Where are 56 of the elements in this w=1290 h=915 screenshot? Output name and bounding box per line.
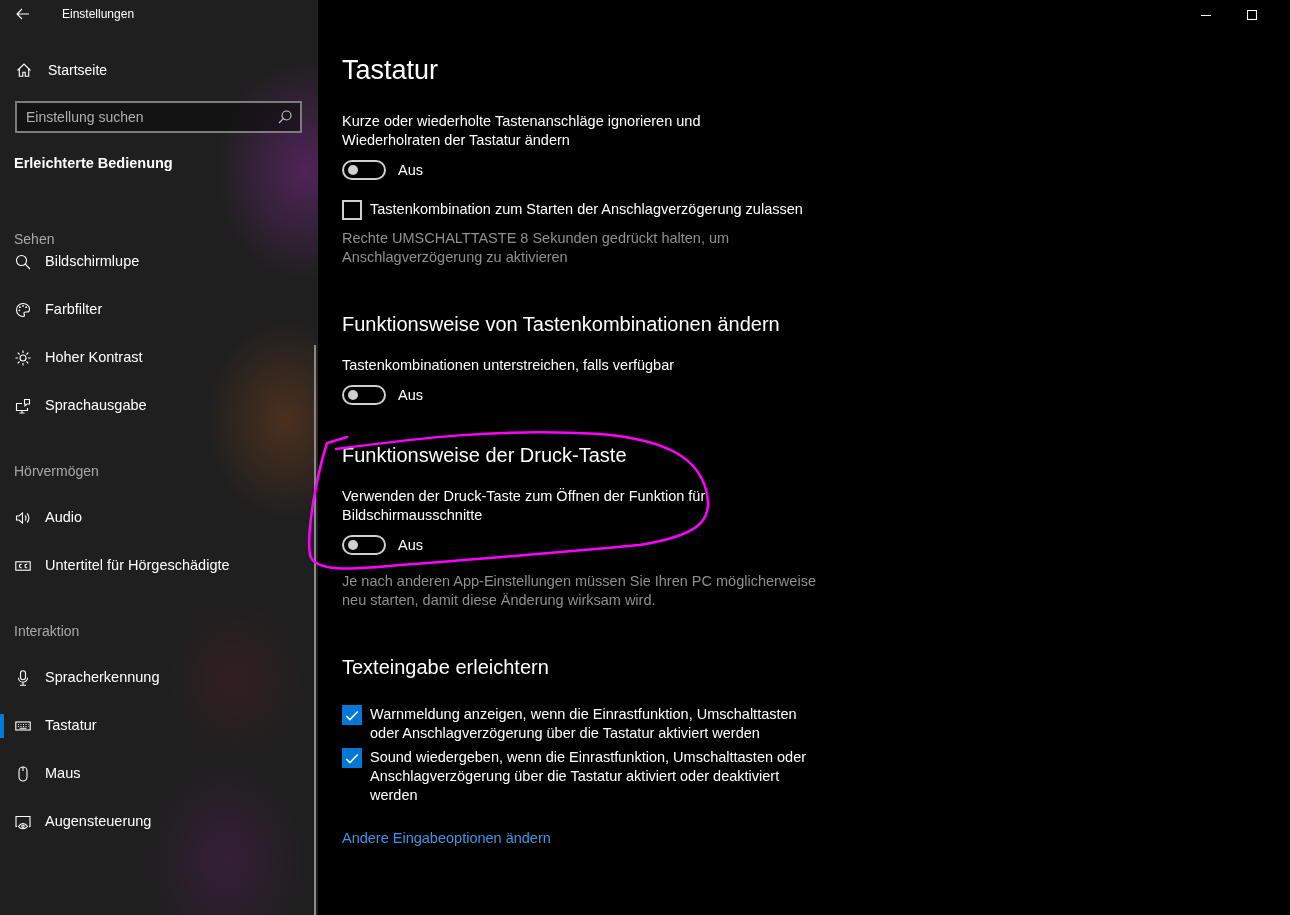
monitor-speech-icon [15,398,31,414]
checkbox-label: Tastenkombination zum Starten der Anschlagverzögerung zulassen [370,200,803,219]
settings-link[interactable]: Andere Eingabeoptionen ändern [342,829,551,848]
sidebar-item[interactable]: Farbfilter [0,286,111,334]
sidebar-item[interactable]: Bildschirmlupe [0,249,148,275]
toggle-switch[interactable] [342,535,386,555]
hint-text: Rechte UMSCHALTTASTE 8 Sekunden gedrückt halten, um Anschlagverzögerung zu aktivieren [342,229,731,267]
sun-icon [15,350,31,366]
scrollbar[interactable] [314,345,316,915]
speaker-icon [15,510,31,526]
microphone-icon [15,670,31,686]
search-icon[interactable] [278,110,292,124]
home-icon [16,62,32,78]
group-heading: Sehen [13,230,55,249]
mouse-icon [15,766,31,782]
section-heading: Funktionsweise von Tastenkombinationen ändern [342,312,780,337]
setting-label: Verwenden der Druck-Taste zum Öffnen der Funktion für Bildschirmausschnitte [342,487,707,525]
captions-icon [15,558,31,574]
toggle-state-label: Aus [398,535,423,555]
search-field[interactable]: Einstellung suchen [15,101,302,133]
category-title: Erleichterte Bedienung [14,154,174,173]
section-heading: Texteingabe erleichtern [342,655,549,680]
setting-label: Kurze oder wiederholte Tastenanschläge ignorieren und Wiederholraten der Tastatur ändern [342,112,702,150]
magnifier-icon [15,254,31,270]
section-heading: Funktionsweise der Druck-Taste [342,443,627,468]
group-heading: Interaktion [13,622,80,641]
checkbox-label: Warnmeldung anzeigen, wenn die Einrastfunktion, Umschalttasten oder Anschlagverzögerung über die Tastatur aktiviert werden [370,705,798,743]
toggle-switch[interactable] [342,385,386,405]
check-icon [345,709,359,721]
home-link[interactable]: Startseite [0,58,108,82]
check-icon [345,752,359,764]
checkbox[interactable] [342,705,362,725]
toggle-state-label: Aus [398,160,423,180]
sidebar-item[interactable]: Sprachausgabe [0,382,155,430]
window-title: Einstellungen [62,6,135,23]
checkbox-label: Sound wiedergeben, wenn die Einrastfunktion, Umschalttasten oder Anschlagverzögerung über die Tastatur aktiviert oder deaktiviert werden [370,748,808,805]
checkbox[interactable] [342,748,362,768]
toggle-switch[interactable] [342,160,386,180]
minimize-icon[interactable] [1201,14,1211,16]
palette-icon [15,302,31,318]
hint-text: Je nach anderen App-Einstellungen müssen Sie Ihren PC möglicherweise neu starten, damit diese Änderung wirksam wird. [342,572,817,610]
toggle-state-label: Aus [398,385,423,405]
maximize-icon[interactable] [1247,10,1257,20]
sidebar-item[interactable]: Audio [0,494,91,542]
sidebar-item[interactable]: Hoher Kontrast [0,334,151,382]
group-heading: Hörvermögen [13,462,99,481]
page-title: Tastatur [342,54,439,87]
back-arrow-icon[interactable] [16,8,30,20]
setting-label: Tastenkombinationen unterstreichen, falls verfügbar [342,356,676,375]
sidebar-item[interactable]: Augensteuerung [0,798,160,846]
sidebar-item[interactable]: Maus [0,750,89,798]
sidebar-item[interactable]: Tastatur [0,702,105,750]
sidebar-item[interactable]: Untertitel für Hörgeschädigte [0,542,238,590]
keyboard-icon [15,718,31,734]
monitor-eye-icon [15,814,31,830]
sidebar-item[interactable]: Spracherkennung [0,654,168,702]
